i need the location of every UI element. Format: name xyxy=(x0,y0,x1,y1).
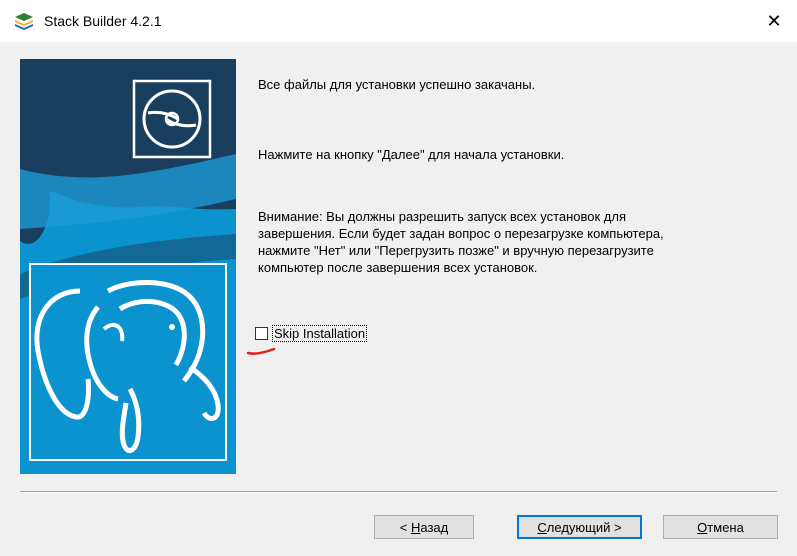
back-prefix: < xyxy=(399,519,411,535)
next-mnemonic: С xyxy=(537,519,547,535)
press-next-text: Нажмите на кнопку "Далее" для начала уст… xyxy=(258,147,565,162)
stack-builder-layers-icon xyxy=(15,13,33,30)
postgresql-elephant-logo xyxy=(29,263,227,461)
disc-icon xyxy=(132,79,212,159)
warning-text: Внимание: Вы должны разрешить запуск все… xyxy=(258,209,664,275)
skip-installation-option[interactable]: Skip Installation xyxy=(255,324,368,342)
download-complete-text: Все файлы для установки успешно закачаны… xyxy=(258,77,536,92)
window-title: Stack Builder 4.2.1 xyxy=(44,13,162,29)
cancel-button[interactable]: Отмена xyxy=(663,515,778,539)
red-underline-annotation xyxy=(246,347,276,355)
back-label: азад xyxy=(420,519,449,535)
title-bar: Stack Builder 4.2.1 ✕ xyxy=(0,0,797,42)
separator xyxy=(20,491,777,493)
close-button[interactable]: ✕ xyxy=(751,0,797,42)
stack-builder-window: Stack Builder 4.2.1 ✕ Все файлы для уста… xyxy=(0,0,797,556)
skip-installation-checkbox[interactable] xyxy=(255,326,268,340)
skip-installation-label[interactable]: Skip Installation xyxy=(272,324,368,342)
next-button[interactable]: Следующий > xyxy=(517,515,642,539)
next-label: ледующий > xyxy=(546,519,622,535)
close-icon: ✕ xyxy=(766,10,782,31)
side-banner xyxy=(20,59,236,474)
cancel-mnemonic: О xyxy=(697,519,708,535)
back-button[interactable]: < Назад xyxy=(374,515,474,539)
back-mnemonic: Н xyxy=(410,519,421,535)
cancel-label: тмена xyxy=(707,519,744,535)
